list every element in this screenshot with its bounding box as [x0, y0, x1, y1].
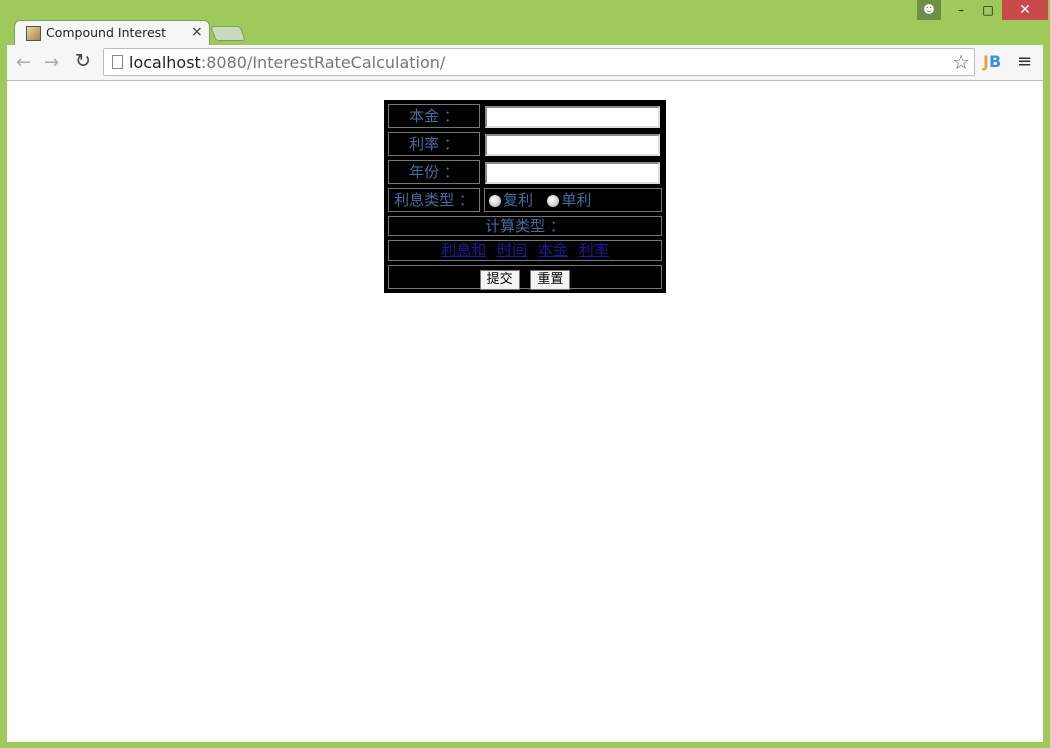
page-viewport: 本金 ： 利率 ： 年份 ： 利息类型 ： 复利 单利 计算类型 ： 利息和 时…	[7, 81, 1043, 742]
browser-toolbar: ← → ↻ localhost:8080/InterestRateCalcula…	[7, 45, 1043, 81]
calc-links-row: 利息和 时间 本金 利率	[388, 240, 662, 261]
calc-type-label: 计算类型 ：	[388, 216, 662, 236]
ext-b: B	[988, 52, 1002, 71]
calc-type-row: 计算类型 ：	[388, 216, 662, 236]
forward-icon[interactable]: →	[44, 52, 59, 73]
bookmark-star-icon[interactable]: ☆	[952, 50, 970, 74]
years-row: 年份 ：	[388, 160, 662, 184]
url-path: :8080/InterestRateCalculation/	[200, 53, 446, 72]
user-icon[interactable]: ☻	[917, 0, 941, 20]
jetbrains-extension-icon[interactable]: JB	[983, 52, 1001, 71]
years-label: 年份 ：	[388, 160, 480, 184]
reset-button[interactable]: 重置	[530, 270, 571, 290]
simple-label[interactable]: 单利	[561, 191, 591, 209]
interest-form: 本金 ： 利率 ： 年份 ： 利息类型 ： 复利 单利 计算类型 ： 利息和 时…	[384, 100, 666, 293]
calc-link-interest-sum[interactable]: 利息和	[441, 241, 486, 259]
rate-input[interactable]	[485, 133, 660, 156]
back-icon[interactable]: ←	[16, 52, 31, 73]
years-input-cell	[484, 160, 662, 184]
rate-input-cell	[484, 132, 662, 156]
submit-button[interactable]: 提交	[479, 270, 520, 290]
rate-row: 利率 ：	[388, 132, 662, 156]
title-bar: ☻ – □ ✕ Compound Interest ×	[0, 0, 1050, 46]
maximize-button[interactable]: □	[974, 0, 1002, 20]
url-text[interactable]: localhost:8080/InterestRateCalculation/	[129, 53, 445, 72]
tab-close-icon[interactable]: ×	[191, 24, 203, 40]
principal-label: 本金 ：	[388, 104, 480, 128]
page-icon	[112, 55, 123, 69]
tab-title: Compound Interest	[46, 25, 167, 40]
principal-row: 本金 ：	[388, 104, 662, 128]
new-tab-button[interactable]	[210, 26, 246, 41]
calc-link-principal[interactable]: 本金	[538, 241, 568, 259]
close-window-button[interactable]: ✕	[1002, 0, 1048, 20]
compound-radio[interactable]	[489, 194, 501, 207]
buttons-cell: 提交 重置	[388, 265, 662, 290]
interest-type-options: 复利 单利	[484, 188, 662, 212]
favicon-icon	[26, 26, 41, 41]
interest-type-row: 利息类型 ： 复利 单利	[388, 188, 662, 212]
rate-label: 利率 ：	[388, 132, 480, 156]
menu-icon[interactable]: ≡	[1017, 51, 1032, 72]
simple-radio[interactable]	[547, 194, 560, 207]
address-bar[interactable]: localhost:8080/InterestRateCalculation/ …	[103, 48, 975, 76]
compound-label[interactable]: 复利	[503, 191, 533, 209]
minimize-button[interactable]: –	[947, 0, 975, 20]
buttons-row: 提交 重置	[388, 265, 662, 290]
calc-links: 利息和 时间 本金 利率	[388, 240, 662, 261]
calc-link-time[interactable]: 时间	[497, 241, 527, 259]
calc-link-rate[interactable]: 利率	[579, 241, 609, 259]
principal-input-cell	[484, 104, 662, 128]
interest-type-label: 利息类型 ：	[388, 188, 480, 212]
years-input[interactable]	[485, 161, 660, 184]
url-host: localhost	[129, 53, 201, 72]
reload-icon[interactable]: ↻	[75, 50, 91, 72]
browser-tab[interactable]: Compound Interest ×	[14, 20, 210, 46]
principal-input[interactable]	[485, 105, 660, 128]
